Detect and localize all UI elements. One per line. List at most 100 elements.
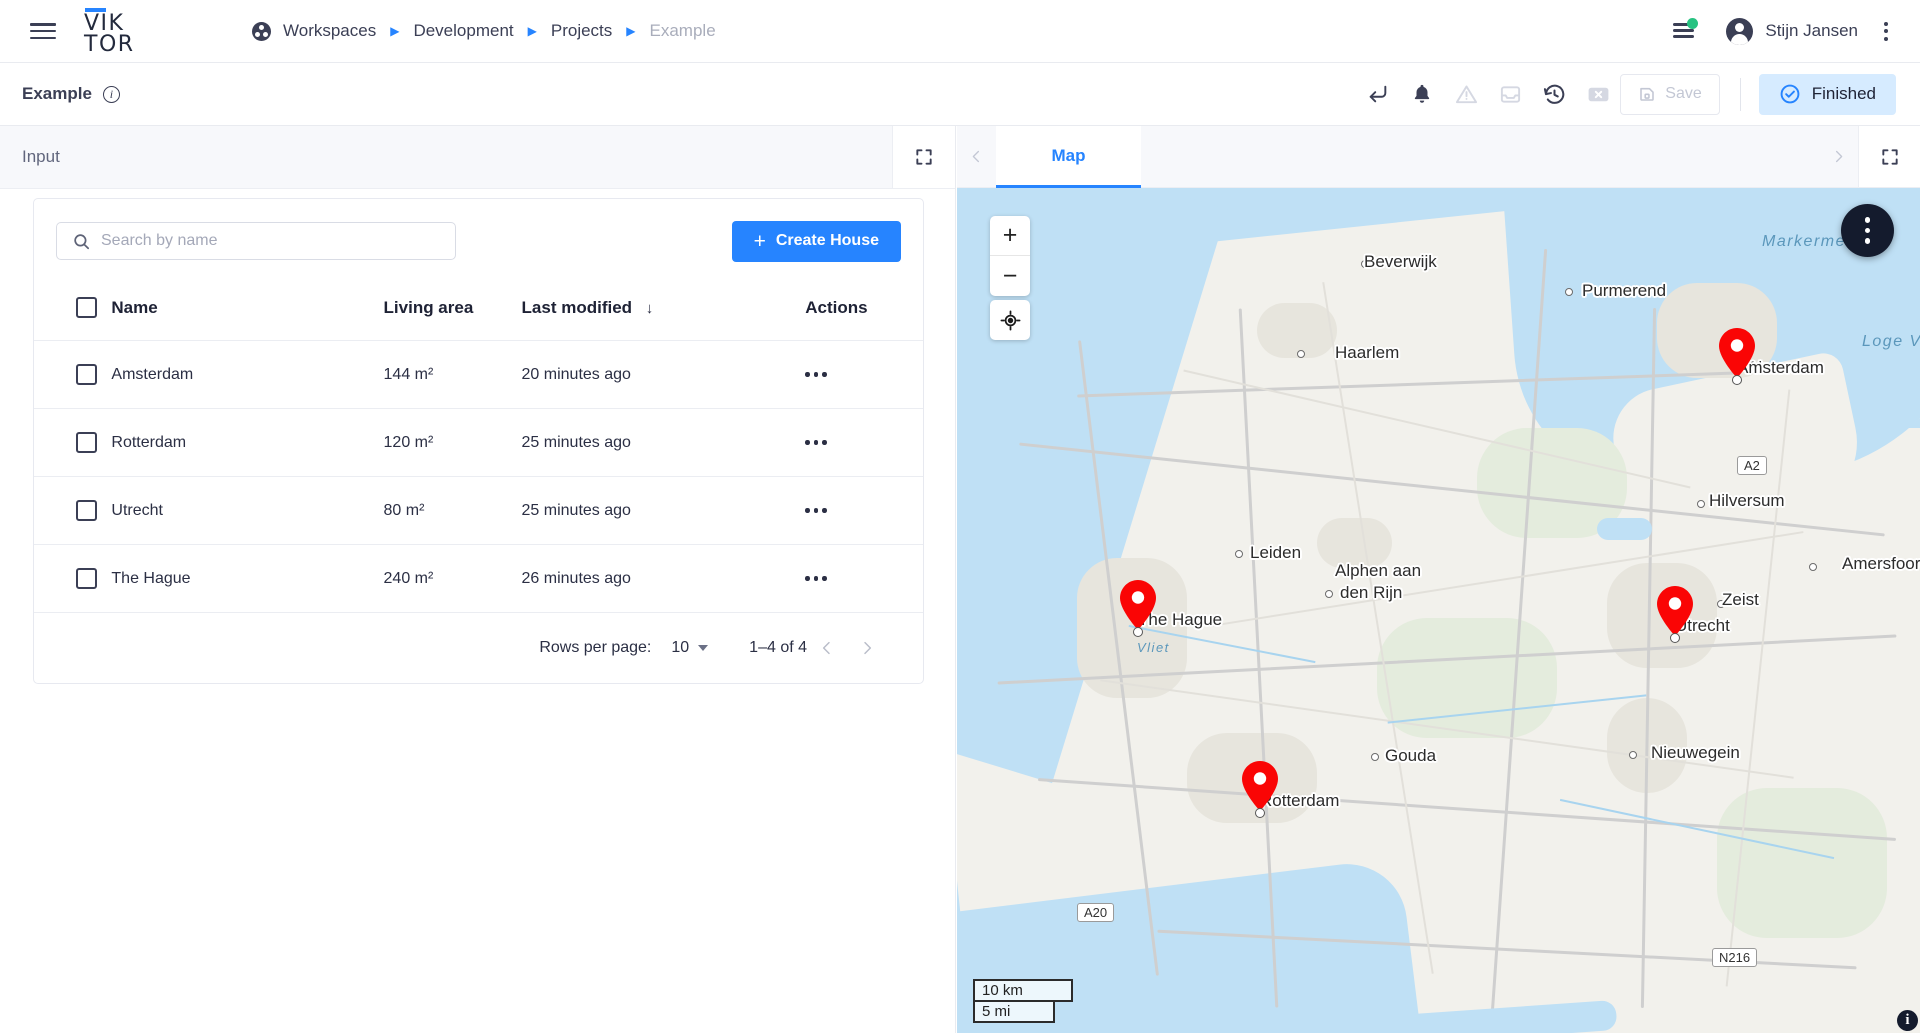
top-navigation-bar: VIK TOR Workspaces ▶ Development ▶ Proje… — [0, 0, 1920, 63]
row-actions-menu-icon[interactable] — [805, 508, 831, 513]
inbox-icon — [1488, 72, 1532, 116]
map-city-label: Amersfoort — [1842, 554, 1920, 573]
cell-last-modified: 20 minutes ago — [521, 340, 806, 409]
breadcrumb-separator-icon: ▶ — [626, 24, 636, 38]
search-input[interactable] — [56, 222, 456, 260]
status-badge-finished[interactable]: Finished — [1758, 73, 1896, 115]
row-checkbox[interactable] — [76, 432, 97, 453]
cell-name: The Hague — [111, 544, 384, 613]
map-highway-shield: A2 — [1737, 456, 1767, 475]
map-city-label: Nieuwegein — [1651, 743, 1740, 762]
map-marker-rotterdam[interactable] — [1242, 761, 1278, 818]
row-checkbox[interactable] — [76, 568, 97, 589]
map-marker-utrecht[interactable] — [1657, 586, 1693, 643]
map-marker-anchor — [1133, 627, 1143, 637]
toolbar-actions: Save Finished — [1356, 72, 1896, 116]
pagination: Rows per page: 10 1–4 of 4 — [34, 613, 923, 683]
rows-per-page-select[interactable]: 10 — [671, 639, 709, 657]
clear-input-icon — [1576, 72, 1620, 116]
map-zoom-in-button[interactable]: + — [990, 216, 1030, 256]
map-scale-km: 10 km — [973, 979, 1073, 1002]
map-marker-the-hague[interactable] — [1120, 580, 1156, 637]
tab-map[interactable]: Map — [996, 126, 1141, 188]
history-icon[interactable] — [1532, 72, 1576, 116]
create-house-label: Create House — [775, 232, 879, 249]
map-marker-amsterdam[interactable] — [1719, 328, 1755, 385]
select-all-checkbox[interactable] — [76, 297, 97, 318]
table-row[interactable]: The Hague 240 m² 26 minutes ago — [34, 544, 923, 613]
bell-icon[interactable] — [1400, 72, 1444, 116]
logo-line-2: TOR — [84, 32, 135, 57]
row-actions-menu-icon[interactable] — [805, 440, 831, 445]
pagination-previous-icon[interactable] — [807, 628, 847, 668]
map-locate-button[interactable] — [990, 300, 1030, 340]
expand-output-panel-icon[interactable] — [1858, 126, 1920, 187]
sort-descending-icon: ↓ — [645, 299, 654, 317]
breadcrumb-item-projects[interactable]: Projects — [551, 21, 612, 41]
column-header-name[interactable]: Name — [111, 283, 384, 341]
map-water-label: Vliet — [1137, 640, 1170, 655]
output-panel: Map Purmerend Beverwijk Haarlem Almere H… — [957, 126, 1920, 1033]
status-label: Finished — [1811, 84, 1876, 103]
table-row[interactable]: Amsterdam 144 m² 20 minutes ago — [34, 340, 923, 409]
map-city-label: Gouda — [1385, 746, 1437, 765]
cell-actions — [805, 476, 923, 545]
map-city-dot — [1697, 500, 1705, 508]
table-body: Amsterdam 144 m² 20 minutes ago Rotterda… — [34, 340, 923, 613]
row-checkbox[interactable] — [76, 500, 97, 521]
cell-last-modified: 26 minutes ago — [521, 544, 806, 613]
logo-line-1: VIK — [84, 11, 125, 36]
info-icon[interactable]: i — [102, 85, 120, 103]
notifications-list-icon[interactable] — [1670, 18, 1700, 44]
user-overflow-menu-icon[interactable] — [1876, 21, 1896, 41]
cell-living-area: 80 m² — [383, 476, 522, 545]
page-title: Example — [22, 84, 92, 103]
cell-living-area: 240 m² — [383, 544, 522, 613]
map-city-dot — [1371, 753, 1379, 761]
map-city-label: Leiden — [1250, 543, 1302, 562]
map-water-label: Loge Voort — [1862, 333, 1920, 350]
map-zoom-controls: + − — [990, 216, 1030, 296]
column-header-last-modified[interactable]: Last modified ↓ — [521, 283, 806, 341]
breadcrumb-item-workspaces[interactable]: Workspaces — [283, 21, 376, 41]
tab-scroll-previous-icon[interactable] — [957, 126, 996, 187]
breadcrumb-item-example: Example — [649, 21, 716, 40]
map-options-fab[interactable] — [1841, 204, 1894, 257]
card-toolbar: + Create House — [34, 199, 923, 283]
map-marker-anchor — [1670, 633, 1680, 643]
map-marker-anchor — [1732, 375, 1742, 385]
cell-last-modified: 25 minutes ago — [521, 476, 806, 545]
cell-actions — [805, 340, 923, 409]
create-house-button[interactable]: + Create House — [731, 220, 901, 262]
row-actions-menu-icon[interactable] — [805, 576, 831, 581]
pagination-next-icon[interactable] — [847, 628, 887, 668]
search-container — [56, 222, 456, 260]
map-city-label: Alphen aan — [1335, 561, 1422, 580]
row-checkbox[interactable] — [76, 364, 97, 385]
entity-toolbar: Example i Save Finished — [0, 63, 1920, 126]
expand-input-panel-icon[interactable] — [892, 126, 955, 188]
table-row[interactable]: Utrecht 80 m² 25 minutes ago — [34, 476, 923, 545]
return-icon[interactable] — [1356, 72, 1400, 116]
tab-scroll-next-icon[interactable] — [1819, 126, 1858, 187]
user-avatar[interactable] — [1726, 17, 1754, 45]
map-city-label: Haarlem — [1335, 343, 1400, 362]
map-canvas[interactable]: Purmerend Beverwijk Haarlem Almere Hilve… — [957, 188, 1920, 1033]
map-city-dot — [1325, 590, 1333, 598]
row-select-cell — [34, 408, 112, 477]
map-city-dot — [1297, 350, 1305, 358]
row-actions-menu-icon[interactable] — [805, 372, 831, 377]
breadcrumb-separator-icon: ▶ — [390, 24, 400, 38]
hamburger-menu-icon[interactable] — [30, 21, 56, 41]
viktor-logo[interactable]: VIK TOR — [84, 7, 162, 57]
column-header-living-area[interactable]: Living area — [383, 283, 522, 341]
map-zoom-out-button[interactable]: − — [990, 256, 1030, 296]
breadcrumb-item-development[interactable]: Development — [413, 21, 513, 41]
map-attribution-icon[interactable]: i — [1897, 1010, 1918, 1031]
column-header-actions: Actions — [805, 283, 923, 341]
map-urban-area — [1257, 303, 1337, 358]
input-panel-title: Input — [22, 147, 60, 166]
workspaces-icon — [252, 21, 271, 41]
map-highway-shield: A20 — [1077, 903, 1115, 922]
table-row[interactable]: Rotterdam 120 m² 25 minutes ago — [34, 408, 923, 477]
